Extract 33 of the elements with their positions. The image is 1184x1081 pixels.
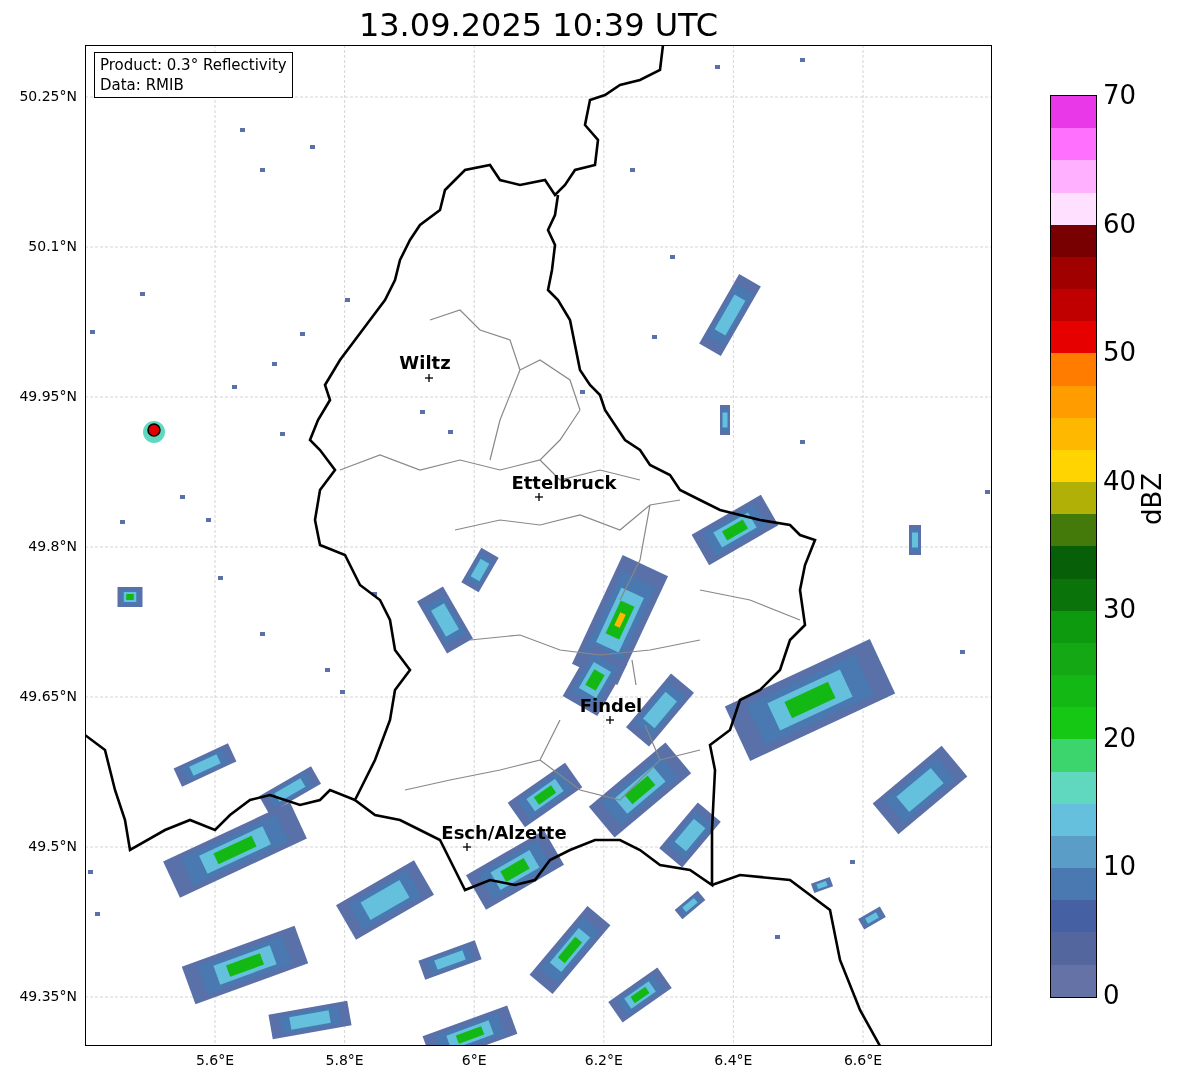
colorbar-tick-label: 0 [1103, 980, 1120, 1010]
city-marker [424, 373, 434, 383]
latitude-label: 49.65°N [19, 688, 77, 704]
city-marker [462, 842, 472, 852]
colorbar-tick-label: 60 [1103, 208, 1137, 239]
latitude-label: 50.1°N [28, 238, 77, 254]
longitude-label: 6.6°E [843, 1052, 883, 1068]
city-label: Ettelbruck [511, 472, 617, 493]
colorbar-tick-label: 70 [1103, 80, 1137, 110]
longitude-label: 6.4°E [714, 1052, 753, 1068]
info-text: Product: 0.3° Reflectivity [100, 55, 287, 75]
colorbar-tick-label: 20 [1103, 722, 1137, 753]
city-label: Esch/Alzette [441, 822, 567, 843]
latitude-label: 50.25°N [19, 88, 77, 104]
city-label: Wiltz [399, 352, 451, 373]
city-marker [605, 715, 615, 725]
longitude-label: 5.8°E [325, 1052, 364, 1068]
colorbar-tick-label: 30 [1103, 594, 1137, 625]
city-marker [534, 492, 544, 502]
colorbar-tick-label: 10 [1103, 851, 1137, 882]
longitude-label: 5.6°E [195, 1052, 235, 1068]
latitude-label: 49.5°N [28, 838, 77, 854]
info-text: Data: RMIB [100, 75, 185, 95]
longitude-label: 6°E [461, 1052, 487, 1068]
colorbar-label: dBZ [1137, 472, 1167, 525]
chart-title: 13.09.2025 10:39 UTC [357, 4, 720, 44]
latitude-label: 49.35°N [19, 988, 77, 1004]
colorbar-tick-label: 40 [1103, 465, 1137, 496]
latitude-label: 49.8°N [28, 538, 77, 554]
latitude-label: 49.95°N [19, 388, 77, 404]
colorbar-tick-label: 50 [1103, 337, 1137, 368]
longitude-label: 6.2°E [584, 1052, 623, 1068]
radar-site-marker [147, 423, 161, 437]
